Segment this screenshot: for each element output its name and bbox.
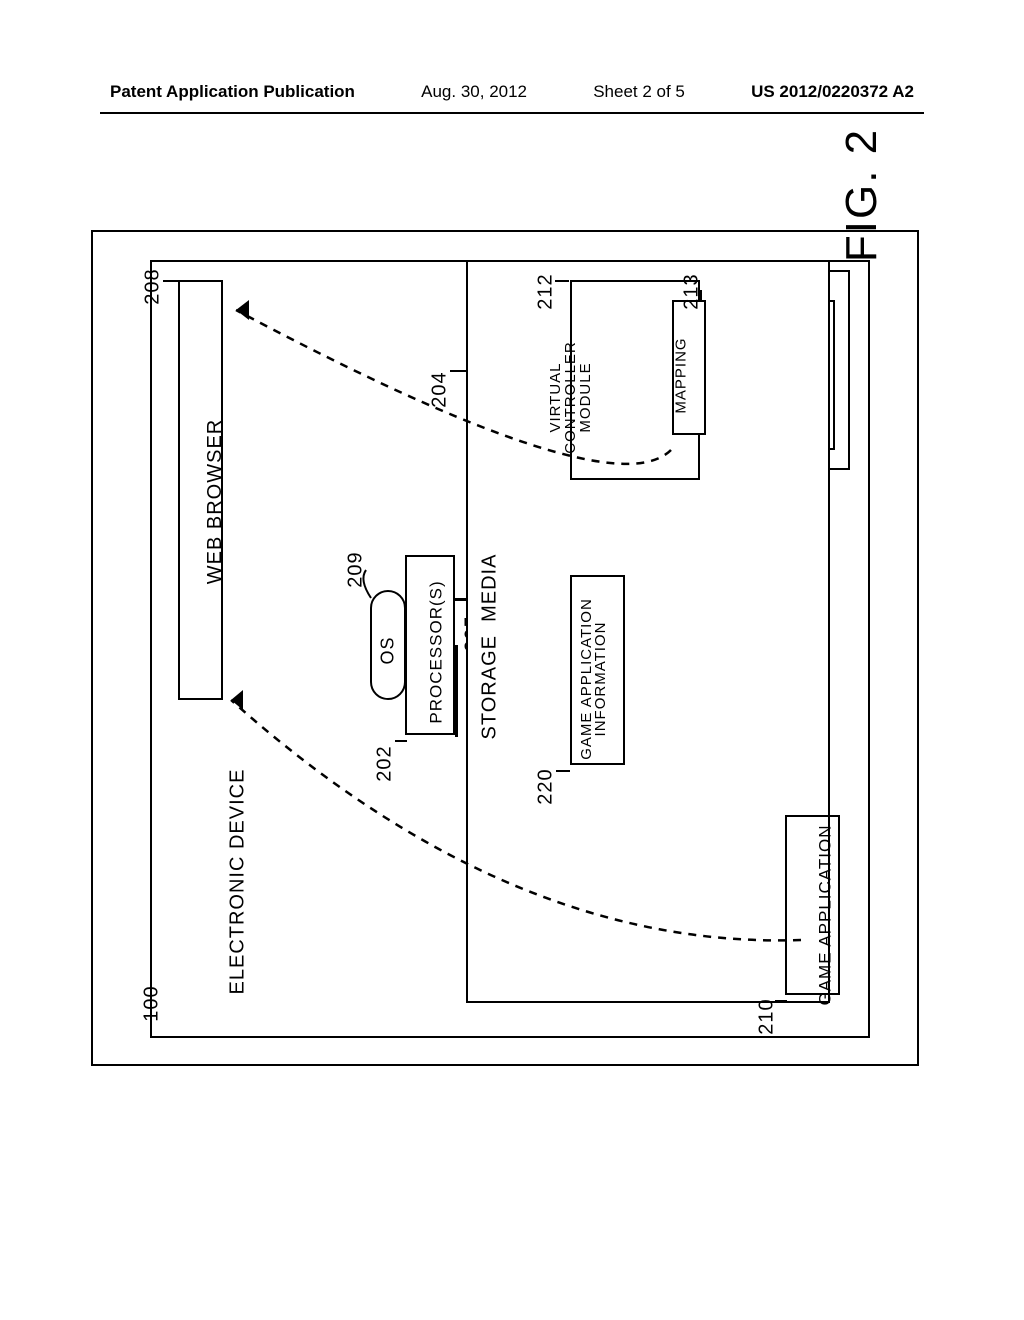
game-application-ref: 210 — [756, 998, 779, 1034]
electronic-device-ref: 100 — [141, 985, 164, 1021]
sheet-number: Sheet 2 of 5 — [593, 82, 685, 102]
mapping-label: MAPPING — [673, 337, 690, 413]
publication-date: Aug. 30, 2012 — [421, 82, 527, 102]
document-number: US 2012/0220372 A2 — [751, 82, 914, 102]
header-rule — [100, 112, 924, 114]
leader-line — [775, 1000, 787, 1002]
publication-label: Patent Application Publication — [110, 82, 355, 102]
os-label: OS — [378, 636, 399, 664]
storage-media-ref: 204 — [429, 371, 452, 407]
electronic-device-label: ELECTRONIC DEVICE — [226, 769, 249, 995]
connector-line — [455, 735, 458, 737]
leader-line — [395, 740, 407, 742]
leader-line — [556, 770, 570, 772]
figure-label: FIG. 2 — [837, 128, 887, 262]
leader-line — [150, 1000, 152, 1030]
game-app-info-ref: 220 — [535, 768, 558, 804]
connector-line — [455, 645, 458, 735]
web-browser-label: WEB BROWSER — [204, 419, 227, 584]
processor-ref: 202 — [374, 745, 397, 781]
leader-line — [555, 280, 569, 282]
virtual-controller-module-label: VIRTUALCONTROLLERMODULE — [548, 341, 593, 454]
leader-line — [700, 290, 702, 300]
leader-line — [163, 280, 178, 282]
virtual-controller-module-ref: 212 — [535, 273, 558, 309]
game-app-info-label: GAME APPLICATIONINFORMATION — [580, 598, 608, 760]
processor-label: PROCESSOR(S) — [427, 580, 447, 723]
storage-media-label: STORAGE MEDIA — [478, 554, 501, 740]
leader-line — [450, 370, 466, 372]
web-browser-ref: 208 — [142, 268, 165, 304]
os-ref: 209 — [345, 551, 368, 587]
page-header: Patent Application Publication Aug. 30, … — [0, 82, 1024, 102]
game-application-label: GAME APPLICATION — [816, 824, 836, 1005]
